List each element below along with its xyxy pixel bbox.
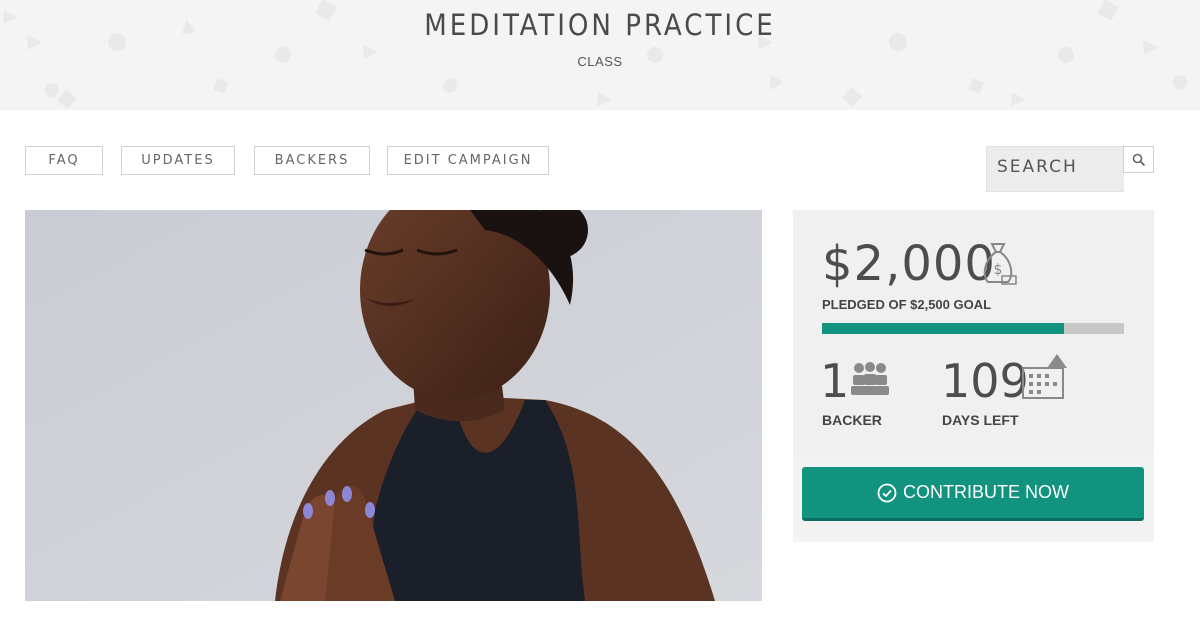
- svg-text:$: $: [994, 262, 1003, 278]
- hero-photo: [25, 210, 762, 601]
- edit-campaign-button[interactable]: EDIT CAMPAIGN: [387, 146, 549, 175]
- hero-image: [25, 210, 762, 601]
- contribute-button[interactable]: CONTRIBUTE NOW: [802, 467, 1144, 521]
- faq-button[interactable]: FAQ: [25, 146, 103, 175]
- search-button[interactable]: [1123, 146, 1154, 173]
- check-circle-icon: [877, 483, 897, 502]
- money-bag-icon: $: [983, 243, 1017, 285]
- pledged-amount: $2,000: [822, 236, 996, 292]
- campaign-stats-panel: $2,000 $ PLEDGED OF $2,500 GOAL 1 BACKER…: [793, 210, 1154, 542]
- backers-count: 1: [820, 354, 850, 408]
- updates-button[interactable]: UPDATES: [121, 146, 235, 175]
- funding-progress-fill: [822, 323, 1064, 334]
- calendar-icon: [1022, 354, 1067, 399]
- backers-button[interactable]: BACKERS: [254, 146, 370, 175]
- page-subtitle: CLASS: [577, 54, 623, 69]
- backers-label: BACKER: [822, 412, 882, 428]
- people-icon: [851, 362, 889, 395]
- search-box: SEARCH: [986, 146, 1154, 192]
- search-icon: [1132, 153, 1145, 166]
- contribute-label: CONTRIBUTE NOW: [903, 482, 1069, 502]
- days-left-label: DAYS LEFT: [942, 412, 1019, 428]
- funding-progress-bar: [822, 323, 1124, 334]
- page-title: MEDITATION PRACTICE: [424, 8, 776, 42]
- days-left-count: 109: [941, 354, 1029, 408]
- pledged-goal-label: PLEDGED OF $2,500 GOAL: [822, 297, 992, 312]
- page-header: MEDITATION PRACTICE CLASS: [0, 0, 1200, 110]
- search-input[interactable]: SEARCH: [986, 146, 1124, 192]
